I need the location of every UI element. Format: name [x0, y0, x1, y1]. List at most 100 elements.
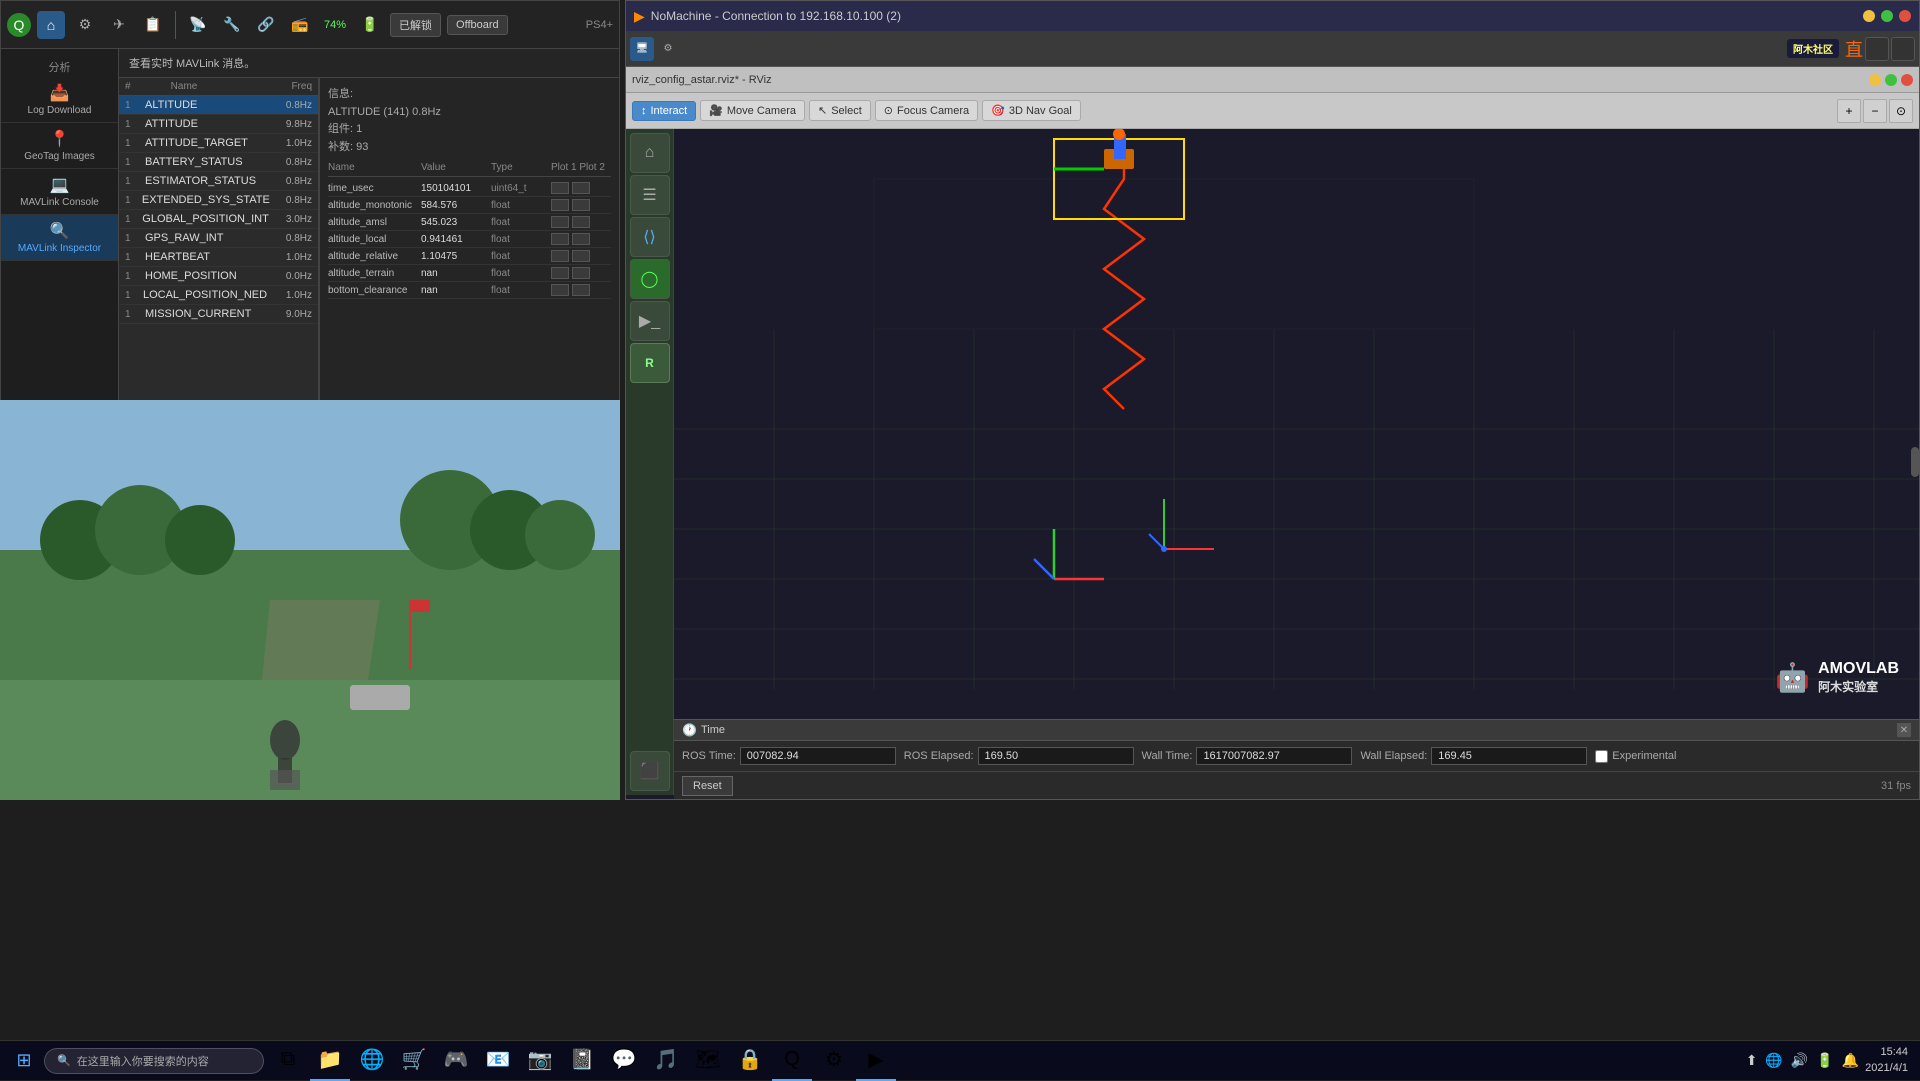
rviz-close-btn[interactable]: [1901, 74, 1913, 86]
taskbar-app-store[interactable]: 🛒: [394, 1041, 434, 1081]
toolbar-vehicle-icon[interactable]: ✈: [105, 11, 133, 39]
row-name: ESTIMATOR_STATUS: [145, 175, 262, 187]
taskbar-app-view[interactable]: ⧉: [268, 1041, 308, 1081]
taskbar-app-security[interactable]: 🔒: [730, 1041, 770, 1081]
taskbar-clock[interactable]: 15:44 2021/4/1: [1865, 1045, 1908, 1076]
zoom-out-btn[interactable]: −: [1863, 99, 1887, 123]
sidebar-item-mavlink-inspector[interactable]: 🔍 MAVLink Inspector: [1, 215, 118, 261]
taskbar-app-folder[interactable]: 📁: [310, 1041, 350, 1081]
plot2-btn[interactable]: [572, 199, 590, 211]
toolbar-rc-icon[interactable]: 📻: [286, 11, 314, 39]
rviz-code-btn[interactable]: ⟨⟩: [630, 217, 670, 257]
plot1-btn[interactable]: [551, 284, 569, 296]
nomachine-view-btn[interactable]: [1865, 37, 1889, 61]
table-row[interactable]: 1 ATTITUDE_TARGET 1.0Hz: [119, 134, 318, 153]
nomachine-maximize-btn[interactable]: [1881, 10, 1893, 22]
rviz-scroll-indicator[interactable]: [1911, 447, 1919, 477]
rviz-terminal-btn[interactable]: ▶_: [630, 301, 670, 341]
rviz-r-btn[interactable]: R: [630, 343, 670, 383]
taskbar-search[interactable]: 🔍 在这里输入你要搜索的内容: [44, 1048, 264, 1074]
qgc-logo[interactable]: Q: [7, 13, 31, 37]
sidebar-item-mavlink-console[interactable]: 💻 MAVLink Console: [1, 169, 118, 215]
plot2-btn[interactable]: [572, 182, 590, 194]
ros-time-input[interactable]: [740, 747, 896, 765]
start-button[interactable]: ⊞: [4, 1041, 44, 1081]
plot1-btn[interactable]: [551, 267, 569, 279]
taskbar-app-settings[interactable]: ⚙: [814, 1041, 854, 1081]
plot2-btn[interactable]: [572, 233, 590, 245]
experimental-checkbox[interactable]: [1595, 750, 1608, 763]
taskbar-app-game[interactable]: 🎮: [436, 1041, 476, 1081]
select-tool-btn[interactable]: ↖ Select: [809, 100, 871, 121]
table-row[interactable]: 1 ESTIMATOR_STATUS 0.8Hz: [119, 172, 318, 191]
plot1-btn[interactable]: [551, 199, 569, 211]
taskbar-app-camera[interactable]: 📷: [520, 1041, 560, 1081]
table-row[interactable]: 1 ATTITUDE 9.8Hz: [119, 115, 318, 134]
toolbar-settings-icon[interactable]: ⚙: [71, 11, 99, 39]
toolbar-home-icon[interactable]: ⌂: [37, 11, 65, 39]
toolbar-link-icon[interactable]: 🔗: [252, 11, 280, 39]
taskbar-app-qgc[interactable]: Q: [772, 1041, 812, 1081]
rviz-minimize-btn[interactable]: [1869, 74, 1881, 86]
taskbar-app-nomachine[interactable]: ▶: [856, 1041, 896, 1081]
move-camera-tool-btn[interactable]: 🎥 Move Camera: [700, 100, 805, 121]
reset-time-btn[interactable]: Reset: [682, 776, 733, 796]
toolbar-gps-icon[interactable]: 🔧: [218, 11, 246, 39]
plot1-btn[interactable]: [551, 233, 569, 245]
plot2-btn[interactable]: [572, 216, 590, 228]
toolbar-plan-icon[interactable]: 📋: [139, 11, 167, 39]
focus-camera-tool-btn[interactable]: ⊙ Focus Camera: [875, 100, 978, 121]
wall-elapsed-input[interactable]: [1431, 747, 1587, 765]
zoom-in-btn[interactable]: +: [1837, 99, 1861, 123]
taskbar-app-music[interactable]: 🎵: [646, 1041, 686, 1081]
plot2-btn[interactable]: [572, 250, 590, 262]
table-row[interactable]: 1 GLOBAL_POSITION_INT 3.0Hz: [119, 210, 318, 229]
plot2-btn[interactable]: [572, 267, 590, 279]
taskbar-app-note[interactable]: 📓: [562, 1041, 602, 1081]
systray-upload-icon[interactable]: ⬆: [1744, 1052, 1760, 1069]
rviz-circle-btn[interactable]: ◯: [630, 259, 670, 299]
toolbar-telemetry-icon[interactable]: 📡: [184, 11, 212, 39]
taskbar-app-maps[interactable]: 🗺: [688, 1041, 728, 1081]
nomachine-icon-2[interactable]: ⚙: [656, 37, 680, 61]
table-row[interactable]: 1 HEARTBEAT 1.0Hz: [119, 248, 318, 267]
outboard-btn[interactable]: Offboard: [447, 15, 508, 35]
3d-nav-goal-tool-btn[interactable]: 🎯 3D Nav Goal: [982, 100, 1081, 121]
plot1-btn[interactable]: [551, 182, 569, 194]
table-row[interactable]: 1 BATTERY_STATUS 0.8Hz: [119, 153, 318, 172]
taskbar-app-mail[interactable]: 📧: [478, 1041, 518, 1081]
table-row[interactable]: 1 EXTENDED_SYS_STATE 0.8Hz: [119, 191, 318, 210]
taskbar-app-edge[interactable]: 🌐: [352, 1041, 392, 1081]
time-panel-close-btn[interactable]: ✕: [1897, 723, 1911, 737]
nomachine-close-btn[interactable]: [1899, 10, 1911, 22]
rviz-3d-viewport[interactable]: RViz 🤖 AMOVLAB 阿木实验室: [674, 129, 1919, 795]
systray-battery-icon[interactable]: 🔋: [1814, 1052, 1835, 1069]
nomachine-icon-1[interactable]: 🖥: [630, 37, 654, 61]
interact-tool-btn[interactable]: ↕ Interact: [632, 101, 696, 121]
systray-notification-icon[interactable]: 🔔: [1840, 1052, 1861, 1069]
systray-network-icon[interactable]: 🌐: [1763, 1052, 1784, 1069]
table-row[interactable]: 1 GPS_RAW_INT 0.8Hz: [119, 229, 318, 248]
rviz-bottom-btn[interactable]: ⬛: [630, 751, 670, 791]
taskbar-app-teams[interactable]: 💬: [604, 1041, 644, 1081]
table-row[interactable]: 1 LOCAL_POSITION_NED 1.0Hz: [119, 286, 318, 305]
plot1-btn[interactable]: [551, 216, 569, 228]
cn-icon-2[interactable]: 直: [1845, 36, 1863, 62]
reset-view-btn[interactable]: ⊙: [1889, 99, 1913, 123]
sidebar-item-log-download[interactable]: 📥 Log Download: [1, 77, 118, 123]
table-row[interactable]: 1 MISSION_CURRENT 9.0Hz: [119, 305, 318, 324]
table-row[interactable]: 1 ALTITUDE 0.8Hz: [119, 96, 318, 115]
rviz-maximize-btn[interactable]: [1885, 74, 1897, 86]
plot1-btn[interactable]: [551, 250, 569, 262]
rviz-home-btn[interactable]: ⌂: [630, 133, 670, 173]
sidebar-item-geotag-images[interactable]: 📍 GeoTag Images: [1, 123, 118, 169]
plot2-btn[interactable]: [572, 284, 590, 296]
nomachine-view-btn2[interactable]: [1891, 37, 1915, 61]
wall-time-input[interactable]: [1196, 747, 1352, 765]
rviz-panel-btn[interactable]: ☰: [630, 175, 670, 215]
table-row[interactable]: 1 HOME_POSITION 0.0Hz: [119, 267, 318, 286]
ros-elapsed-input[interactable]: [978, 747, 1134, 765]
nomachine-minimize-btn[interactable]: [1863, 10, 1875, 22]
flight-mode-btn[interactable]: 已解锁: [390, 13, 441, 37]
systray-volume-icon[interactable]: 🔊: [1789, 1052, 1810, 1069]
